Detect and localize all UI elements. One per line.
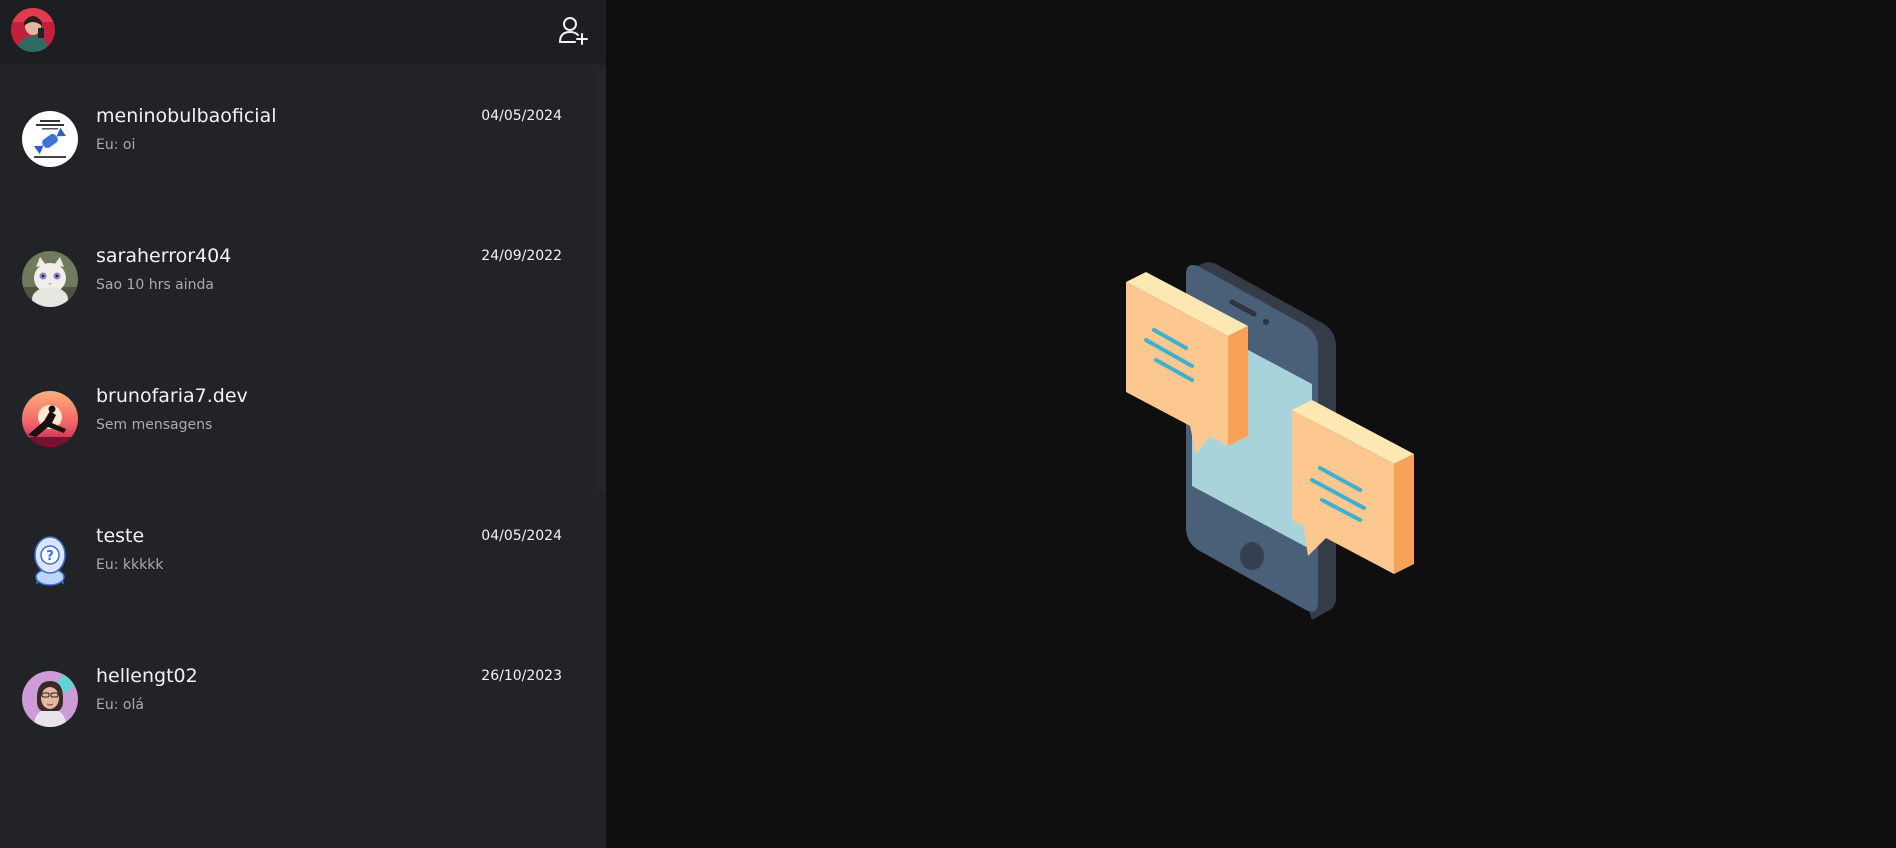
contact-avatar xyxy=(22,391,78,447)
last-message-date: 24/09/2022 xyxy=(481,248,562,264)
chat-item-hellengt02[interactable]: hellengt02 Eu: olá 26/10/2023 xyxy=(0,623,596,763)
chat-list-scrollbar[interactable] xyxy=(596,70,606,490)
woman-portrait-avatar-icon xyxy=(22,671,78,727)
chat-list: meninobulbaoficial Eu: oi 04/05/2024 sar… xyxy=(0,63,606,848)
contact-avatar xyxy=(22,251,78,307)
contact-name: brunofaria7.dev xyxy=(96,385,248,407)
contact-name: teste xyxy=(96,525,145,547)
last-message-preview: Eu: oi xyxy=(96,137,136,153)
contact-name: saraherror404 xyxy=(96,245,232,267)
last-message-date: 26/10/2023 xyxy=(481,668,562,684)
sidebar-header xyxy=(0,0,606,63)
contact-name: meninobulbaoficial xyxy=(96,105,277,127)
my-avatar[interactable] xyxy=(11,8,55,52)
sidebar: meninobulbaoficial Eu: oi 04/05/2024 sar… xyxy=(0,0,606,848)
last-message-date: 04/05/2024 xyxy=(481,108,562,124)
chat-item-teste[interactable]: ? teste Eu: kkkkk 04/05/2024 xyxy=(0,483,596,623)
last-message-date: 04/05/2024 xyxy=(481,528,562,544)
main-panel xyxy=(606,0,1896,848)
contact-avatar xyxy=(22,111,78,167)
contact-avatar: ? xyxy=(22,531,78,587)
last-message-preview: Eu: olá xyxy=(96,697,144,713)
chat-item-meninobulbaoficial[interactable]: meninobulbaoficial Eu: oi 04/05/2024 xyxy=(0,63,596,203)
chat-item-saraherror404[interactable]: saraherror404 Sao 10 hrs ainda 24/09/202… xyxy=(0,203,596,343)
user-avatar-icon xyxy=(11,8,55,52)
add-contact-button[interactable] xyxy=(557,14,589,46)
question-person-avatar-icon: ? xyxy=(34,536,66,586)
svg-text:?: ? xyxy=(46,549,54,564)
white-cat-avatar-icon xyxy=(22,251,78,307)
user-plus-icon xyxy=(559,17,588,45)
last-message-preview: Sem mensagens xyxy=(96,417,213,433)
sunset-runner-avatar-icon xyxy=(22,391,78,447)
phone-chat-icon xyxy=(1126,262,1414,620)
chat-item-brunofaria7-dev[interactable]: brunofaria7.dev Sem mensagens xyxy=(0,343,596,483)
last-message-preview: Sao 10 hrs ainda xyxy=(96,277,214,293)
chat-app: meninobulbaoficial Eu: oi 04/05/2024 sar… xyxy=(0,0,1896,848)
last-message-preview: Eu: kkkkk xyxy=(96,557,164,573)
contact-name: hellengt02 xyxy=(96,665,198,687)
phone-chat-bubbles-illustration xyxy=(1106,250,1426,630)
contact-avatar xyxy=(22,671,78,727)
candy-logo-avatar-icon xyxy=(22,111,78,167)
